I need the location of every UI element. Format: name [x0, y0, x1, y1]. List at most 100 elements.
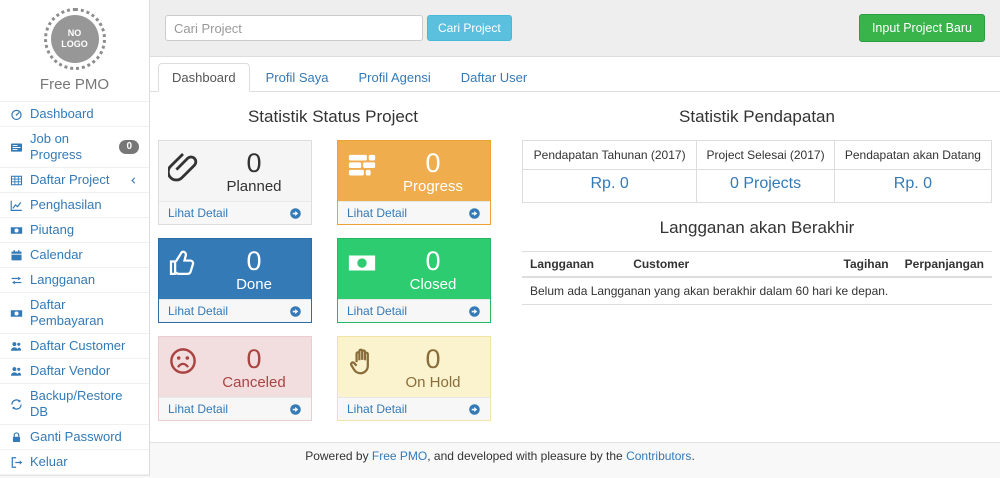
calendar-icon [10, 249, 23, 262]
col-header-tagihan: Tagihan [817, 252, 897, 278]
status-card-planned: 0 Planned Lihat Detail [158, 140, 312, 225]
income-stats-table: Pendapatan Tahunan (2017) Project Selesa… [522, 140, 992, 203]
on-hold-detail-link[interactable]: Lihat Detail [347, 402, 481, 416]
sidebar-item-label: Piutang [30, 222, 139, 238]
hand-icon [347, 346, 377, 376]
progress-detail-link[interactable]: Lihat Detail [347, 206, 481, 220]
logo-line2: LOGO [61, 39, 88, 50]
tab-bar: Dashboard Profil Saya Profil Agensi Daft… [150, 57, 1000, 92]
job-count-badge: 0 [119, 140, 139, 154]
sidebar-item-daftar-project[interactable]: Daftar Project [0, 168, 149, 193]
col-header-langganan: Langganan [522, 252, 625, 278]
footer-text: , and developed with pleasure by the [427, 449, 626, 463]
brand: NO LOGO Free PMO [0, 8, 149, 101]
sidebar-item-daftar-pembayaran[interactable]: Daftar Pembayaran [0, 293, 149, 334]
income-section-title: Statistik Pendapatan [522, 107, 992, 127]
done-count: 0 [206, 246, 302, 276]
sidebar-item-dashboard[interactable]: Dashboard [0, 102, 149, 127]
status-section-title: Statistik Status Project [158, 107, 508, 127]
arrow-circle-right-icon [468, 207, 481, 220]
status-card-done: 0 Done Lihat Detail [158, 238, 312, 323]
sidebar-item-label: Calendar [30, 247, 139, 263]
planned-count: 0 [206, 148, 302, 178]
finished-projects-value[interactable]: 0 Projects [730, 175, 801, 192]
chevron-left-icon [128, 175, 139, 186]
sidebar-item-ganti-password[interactable]: Ganti Password [0, 425, 149, 450]
sidebar-menu: Dashboard Job on Progress 0 Daftar Proje… [0, 101, 149, 475]
canceled-label: Canceled [206, 374, 302, 392]
sidebar: NO LOGO Free PMO Dashboard Job on Progre… [0, 0, 150, 476]
subscription-table: Langganan Customer Tagihan Perpanjangan … [522, 251, 992, 305]
sidebar-item-daftar-vendor[interactable]: Daftar Vendor [0, 359, 149, 384]
canceled-detail-link[interactable]: Lihat Detail [168, 402, 302, 416]
sidebar-item-langganan[interactable]: Langganan [0, 268, 149, 293]
status-card-on-hold: 0 On Hold Lihat Detail [337, 336, 491, 421]
tasks-icon [347, 150, 377, 180]
page-footer: Powered by Free PMO, and developed with … [0, 449, 1000, 463]
canceled-count: 0 [206, 344, 302, 374]
closed-count: 0 [385, 246, 481, 276]
closed-label: Closed [385, 276, 481, 294]
sidebar-item-piutang[interactable]: Piutang [0, 218, 149, 243]
sidebar-item-penghasilan[interactable]: Penghasilan [0, 193, 149, 218]
income-section: Statistik Pendapatan Pendapatan Tahunan … [522, 92, 992, 421]
subscription-section-title: Langganan akan Berakhir [522, 218, 992, 238]
sidebar-item-label: Dashboard [30, 106, 139, 122]
col-header-customer: Customer [625, 252, 817, 278]
sidebar-item-label: Penghasilan [30, 197, 139, 213]
topbar: Cari Project Input Project Baru [150, 0, 1000, 57]
arrow-circle-right-icon [468, 403, 481, 416]
closed-detail-link[interactable]: Lihat Detail [347, 304, 481, 318]
col-header-perpanjangan: Perpanjangan [897, 252, 992, 278]
money-icon [347, 248, 377, 278]
chart-line-icon [10, 199, 23, 212]
lock-icon [10, 431, 23, 444]
money-icon [10, 224, 23, 237]
no-logo-badge: NO LOGO [44, 8, 106, 70]
footer-text: Powered by [305, 449, 372, 463]
planned-label: Planned [206, 178, 302, 196]
stat-label: Pendapatan Tahunan (2017) [523, 141, 697, 170]
new-project-button[interactable]: Input Project Baru [859, 14, 985, 42]
paperclip-icon [168, 150, 200, 182]
sidebar-item-label: Daftar Pembayaran [30, 297, 139, 329]
tab-daftar-user[interactable]: Daftar User [447, 63, 541, 92]
empty-subscription-message: Belum ada Langganan yang akan berakhir d… [522, 277, 992, 305]
search-input[interactable] [165, 15, 423, 41]
arrow-circle-right-icon [289, 207, 302, 220]
search-button[interactable]: Cari Project [427, 15, 512, 41]
yearly-income-value[interactable]: Rp. 0 [591, 175, 629, 192]
status-section: Statistik Status Project 0 Planned Lihat… [158, 92, 508, 421]
footer-text: . [691, 449, 694, 463]
repeat-icon [10, 274, 23, 287]
done-label: Done [206, 276, 302, 294]
stat-label: Pendapatan akan Datang [834, 141, 991, 170]
brand-name: Free PMO [0, 76, 149, 93]
sidebar-item-backup-restore-db[interactable]: Backup/Restore DB [0, 384, 149, 425]
tab-profil-agensi[interactable]: Profil Agensi [344, 63, 444, 92]
sidebar-item-label: Job on Progress [30, 131, 112, 163]
done-detail-link[interactable]: Lihat Detail [168, 304, 302, 318]
contributors-link[interactable]: Contributors [626, 449, 691, 463]
on-hold-label: On Hold [385, 374, 481, 392]
sidebar-item-calendar[interactable]: Calendar [0, 243, 149, 268]
sidebar-item-label: Ganti Password [30, 429, 139, 445]
upcoming-income-value[interactable]: Rp. 0 [894, 175, 932, 192]
arrow-circle-right-icon [289, 305, 302, 318]
planned-detail-link[interactable]: Lihat Detail [168, 206, 302, 220]
sidebar-item-label: Daftar Vendor [30, 363, 139, 379]
progress-label: Progress [385, 178, 481, 196]
sidebar-item-label: Daftar Project [30, 172, 121, 188]
sidebar-item-job-on-progress[interactable]: Job on Progress 0 [0, 127, 149, 168]
dashboard-icon [10, 108, 23, 121]
tab-dashboard[interactable]: Dashboard [158, 63, 250, 92]
arrow-circle-right-icon [468, 305, 481, 318]
logo-line1: NO [68, 28, 82, 39]
frown-icon [168, 346, 198, 376]
free-pmo-link[interactable]: Free PMO [372, 449, 427, 463]
job-list-icon [10, 141, 23, 154]
sidebar-item-label: Backup/Restore DB [30, 388, 139, 420]
refresh-icon [10, 398, 23, 411]
tab-profil-saya[interactable]: Profil Saya [252, 63, 343, 92]
sidebar-item-daftar-customer[interactable]: Daftar Customer [0, 334, 149, 359]
